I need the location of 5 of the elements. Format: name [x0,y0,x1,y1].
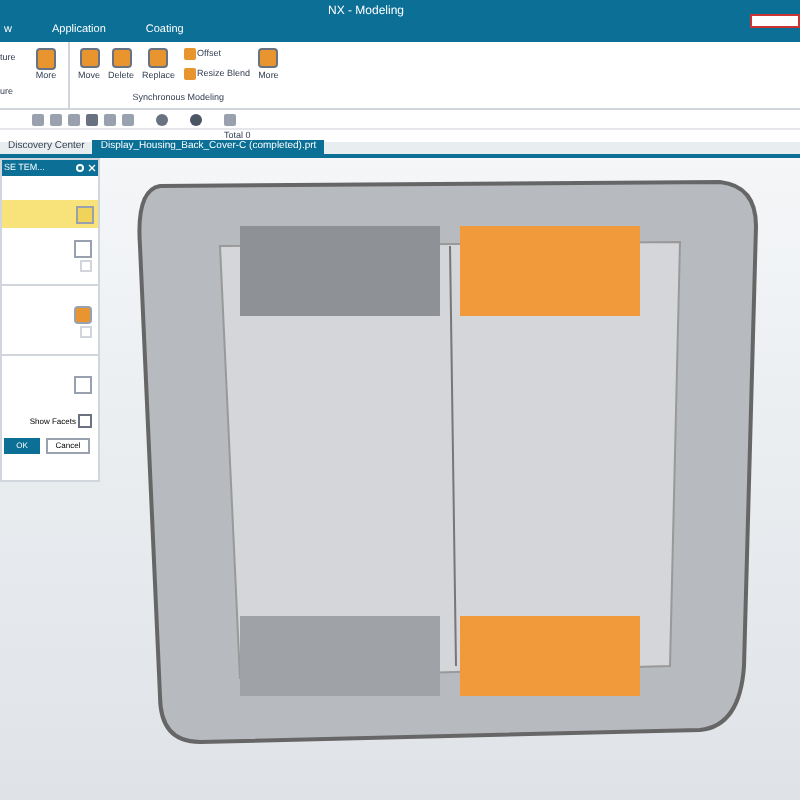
toolbar-icon[interactable] [190,113,202,125]
search-field[interactable] [750,14,800,28]
toolbar-icon[interactable] [156,113,168,125]
face-icon[interactable] [74,306,92,324]
close-icon[interactable] [88,164,96,172]
